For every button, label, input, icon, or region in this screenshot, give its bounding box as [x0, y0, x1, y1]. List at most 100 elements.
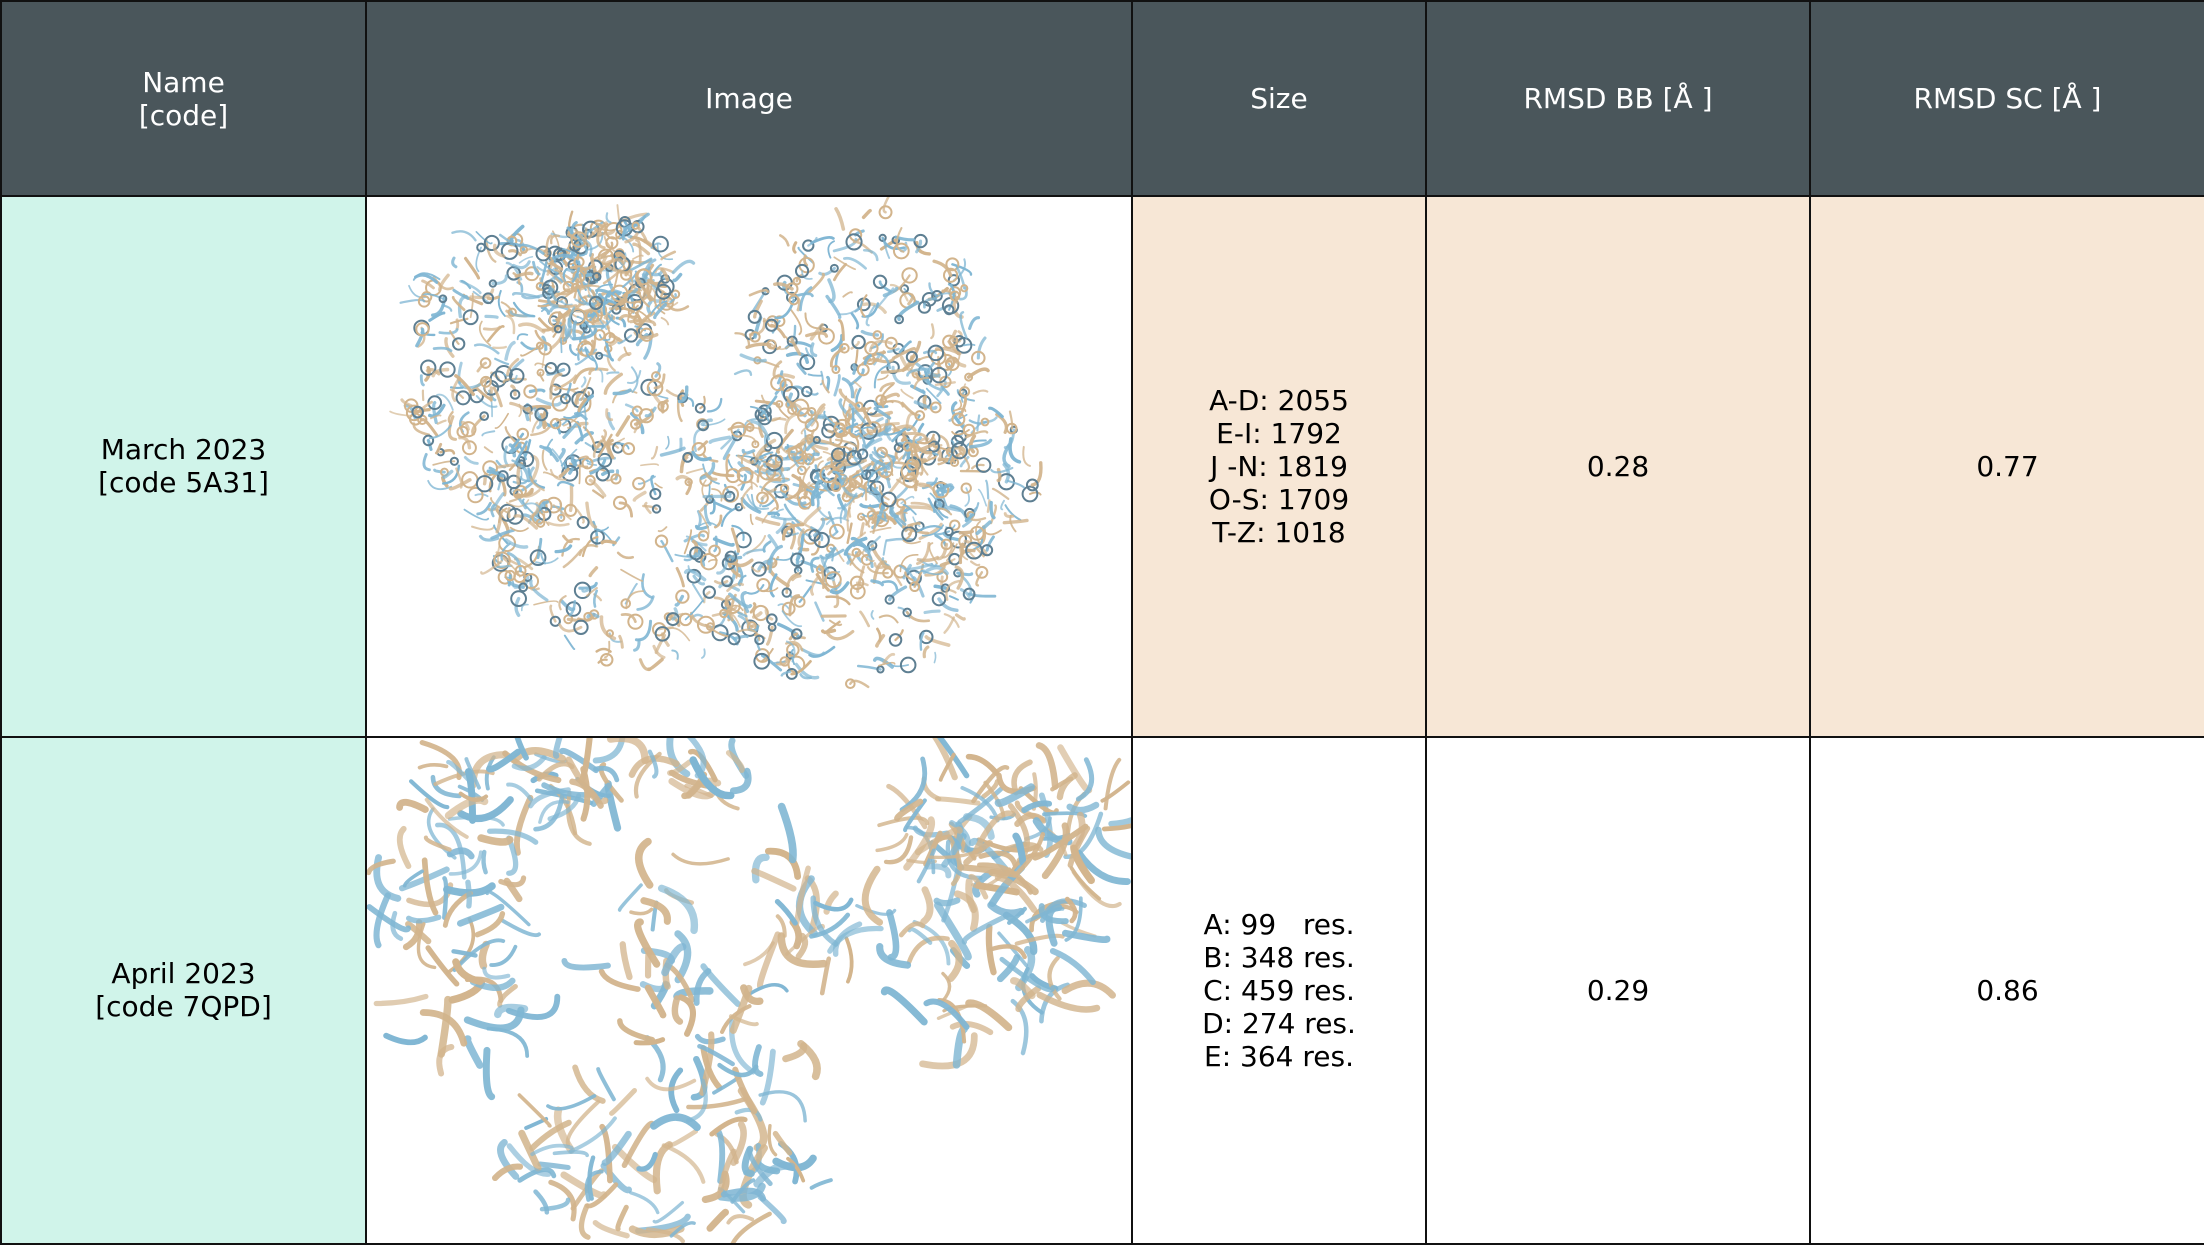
- ribbon-segment: [438, 421, 446, 424]
- ribbon-segment: [884, 197, 889, 212]
- ribbon-segment: [1065, 983, 1113, 995]
- ribbon-segment: [811, 344, 815, 356]
- ribbon-segment: [693, 452, 710, 459]
- ribbon-segment: [729, 752, 742, 769]
- ribbon-segment: [617, 417, 628, 435]
- ribbon-segment: [974, 391, 988, 394]
- ribbon-segment: [993, 489, 1008, 499]
- ribbon-segment: [687, 469, 703, 473]
- ribbon-segment: [728, 1216, 752, 1223]
- ribbon-segment: [376, 996, 426, 1003]
- ribbon-segment: [505, 447, 508, 466]
- ribbon-segment: [598, 1069, 614, 1099]
- ribbon-segment: [969, 756, 997, 772]
- ribbon-segment: [456, 961, 480, 981]
- ribbon-segment: [662, 252, 675, 259]
- ribbon-segment: [1010, 412, 1012, 429]
- ribbon-segment: [460, 907, 501, 923]
- ribbon-segment: [919, 424, 923, 431]
- row-code: [code 7QPD]: [2, 990, 365, 1023]
- ribbon-segment: [1039, 745, 1055, 786]
- ribbon-segment: [769, 513, 778, 515]
- ribbon-segment: [734, 636, 747, 639]
- ribbon-segment: [514, 262, 530, 268]
- ribbon-segment: [924, 647, 928, 657]
- header-name: Name [code]: [1, 1, 366, 196]
- ribbon-segment: [782, 672, 790, 676]
- ribbon-segment: [708, 399, 721, 411]
- ribbon-segment: [828, 241, 834, 258]
- ribbon-segment: [618, 553, 633, 558]
- header-row: Name [code] Image Size RMSD BB [Å ] RMSD…: [1, 1, 2204, 196]
- ribbon-segment: [617, 205, 619, 220]
- ribbon-segment: [747, 344, 770, 347]
- ribbon-segment: [754, 871, 793, 889]
- ribbon-segment: [475, 494, 487, 496]
- ribbon-segment: [449, 417, 455, 440]
- ribbon-segment: [486, 1050, 491, 1096]
- ribbon-segment: [634, 493, 644, 500]
- row-name: March 2023: [2, 433, 365, 466]
- ribbon-segment: [880, 616, 898, 623]
- row-image-cell: [366, 196, 1132, 737]
- ribbon-segment: [846, 938, 851, 981]
- ribbon-segment: [670, 1131, 696, 1145]
- ribbon-segment: [560, 625, 581, 631]
- ribbon-segment: [580, 545, 597, 555]
- ribbon-segment: [482, 431, 494, 435]
- ribbon-segment: [516, 273, 532, 276]
- ribbon-segment: [1070, 805, 1096, 810]
- ribbon-segment: [675, 998, 680, 1021]
- header-code-label: [code]: [2, 99, 365, 132]
- ribbon-segment: [538, 399, 560, 405]
- ribbon-segment: [958, 400, 961, 409]
- ribbon-segment: [506, 343, 514, 359]
- ribbon-segment: [645, 503, 650, 512]
- ribbon-segment: [582, 377, 586, 386]
- protein-structure-image: [367, 738, 1131, 1244]
- ribbon-segment: [666, 437, 669, 449]
- ribbon-segment: [570, 345, 576, 355]
- ribbon-segment: [465, 457, 477, 463]
- ribbon-segment: [369, 861, 394, 872]
- ribbon-segment: [713, 473, 733, 476]
- ribbon-segment: [484, 852, 486, 872]
- ribbon-segment: [602, 971, 638, 989]
- header-rmsd-sc: RMSD SC [Å ]: [1810, 1, 2204, 196]
- ribbon-segment: [693, 584, 704, 601]
- ribbon-segment: [642, 575, 652, 598]
- ribbon-segment: [935, 586, 945, 588]
- ribbon-segment: [560, 450, 564, 458]
- ribbon-segment: [401, 300, 425, 303]
- ribbon-segment: [548, 440, 553, 447]
- ribbon-segment: [878, 375, 888, 379]
- ribbon-segment: [641, 464, 658, 465]
- ribbon-segment: [964, 344, 975, 345]
- ribbon-segment: [770, 558, 772, 572]
- ribbon-segment: [522, 605, 528, 611]
- ribbon-segment: [631, 1192, 658, 1212]
- ribbon-segment: [800, 587, 811, 602]
- ribbon-segment: [662, 318, 669, 325]
- ribbon-segment: [548, 523, 568, 525]
- ribbon-segment: [484, 968, 508, 977]
- size-line: J -N: 1819: [1133, 450, 1425, 483]
- ribbon-segment: [635, 640, 639, 650]
- ribbon-segment: [734, 1124, 744, 1162]
- ribbon-segment: [884, 990, 924, 1022]
- ribbon-segment: [386, 1035, 425, 1042]
- ribbon-segment: [986, 481, 988, 499]
- ribbon-segment: [672, 651, 678, 659]
- ribbon-segment: [421, 376, 423, 385]
- ribbon-segment: [953, 1024, 991, 1032]
- ribbon-segment: [696, 526, 707, 528]
- ribbon-segment: [861, 612, 869, 626]
- ribbon-segment: [488, 1028, 527, 1055]
- ribbon-segment: [812, 237, 834, 242]
- ribbon-segment: [709, 485, 710, 496]
- ribbon-segment: [648, 950, 649, 976]
- ribbon-segment: [901, 390, 912, 399]
- ribbon-segment: [780, 235, 788, 245]
- ribbon-segment: [659, 527, 667, 531]
- rmsd-sc-value: 0.86: [1810, 737, 2204, 1245]
